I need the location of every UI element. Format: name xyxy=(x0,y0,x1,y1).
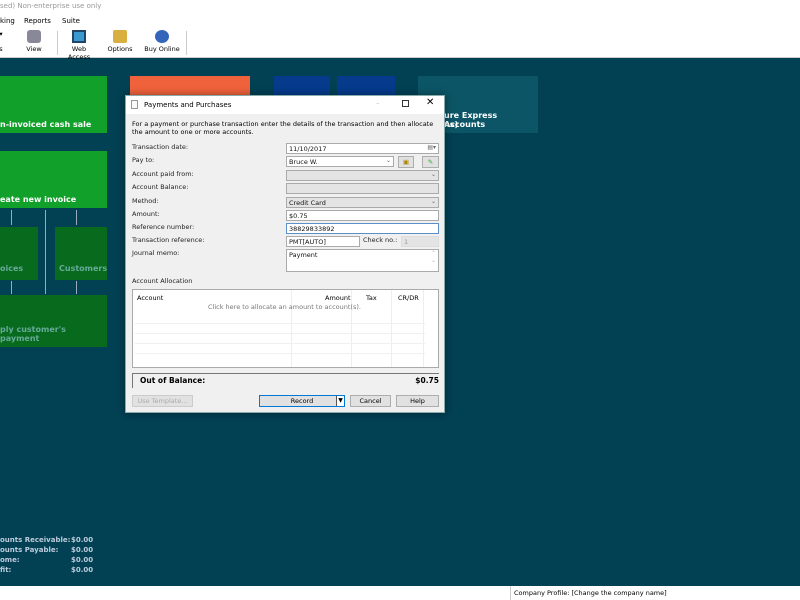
dialog-title-bar: Payments and Purchases – ✕ xyxy=(126,96,444,114)
summary-label: ounts Payable: xyxy=(0,546,59,554)
summary-label: ounts Receivable: xyxy=(0,536,71,544)
pay-to-label: Pay to: xyxy=(132,156,155,164)
summary-value: $0.00 xyxy=(71,546,94,554)
tile-apply-payment[interactable]: ply customer's payment xyxy=(0,295,107,347)
chevron-down-icon: ⌄ xyxy=(430,198,436,205)
allocation-label: Account Allocation xyxy=(132,277,193,285)
edit-contact-button[interactable]: ✎ xyxy=(422,156,439,168)
flow-arrow xyxy=(76,210,77,225)
close-button[interactable]: ✕ xyxy=(426,97,434,108)
summary-label: ome: xyxy=(0,556,20,564)
grid-line xyxy=(135,353,425,354)
payments-dialog: Payments and Purchases – ✕ For a payment… xyxy=(125,95,445,413)
tile-invoices[interactable]: oices xyxy=(0,227,38,280)
column-amount: Amount xyxy=(325,294,351,302)
pay-to-select[interactable]: Bruce W. ⌄ xyxy=(286,156,394,167)
summary-value: $0.00 xyxy=(71,556,94,564)
cancel-button[interactable]: Cancel xyxy=(350,395,391,407)
toolbar-separator xyxy=(57,31,58,55)
allocation-placeholder[interactable]: Click here to allocate an amount to acco… xyxy=(208,303,361,311)
options-icon xyxy=(113,30,127,43)
txn-ref-field[interactable]: PMT[AUTO] xyxy=(286,236,360,247)
minimize-button[interactable]: – xyxy=(376,99,380,107)
grid-line xyxy=(423,290,424,367)
toolbar-web-access[interactable]: Web Access xyxy=(61,30,97,61)
view-icon xyxy=(27,30,41,43)
toolbar-button-partial[interactable]: ▾ s xyxy=(0,30,8,53)
summary-label: fit: xyxy=(0,566,12,574)
ref-number-field[interactable]: 38829833892 xyxy=(286,223,439,234)
method-label: Method: xyxy=(132,197,159,205)
calendar-icon[interactable]: ▤▾ xyxy=(427,144,436,151)
memo-field[interactable]: Payment ⌃ ⌄ xyxy=(286,249,439,272)
balance-field xyxy=(286,183,439,194)
flow-arrow xyxy=(11,210,12,225)
grid-line xyxy=(135,333,425,334)
txn-ref-label: Transaction reference: xyxy=(132,236,205,244)
date-field[interactable]: 11/10/2017 ▤▾ xyxy=(286,143,439,154)
toolbar-separator xyxy=(186,31,187,55)
out-of-balance-value: $0.75 xyxy=(415,376,439,385)
menu-reports[interactable]: Reports xyxy=(24,17,51,25)
menu-bar: king Reports Suite xyxy=(0,14,800,28)
toolbar-view[interactable]: View xyxy=(22,30,46,53)
dropdown-icon: ▾ xyxy=(0,30,3,38)
company-profile-link[interactable]: Company Profile: [Change the company nam… xyxy=(510,586,667,600)
dialog-intro: For a payment or purchase transaction en… xyxy=(132,120,434,136)
scrollbar[interactable]: ⌃ ⌄ xyxy=(431,250,436,264)
pencil-icon: ✎ xyxy=(427,158,434,166)
document-icon xyxy=(131,100,138,109)
check-no-field[interactable]: 1 xyxy=(401,236,439,247)
flow-arrow xyxy=(45,210,46,294)
use-template-button[interactable]: Use Template... xyxy=(132,395,193,407)
flow-arrow xyxy=(11,281,12,294)
help-button[interactable]: Help xyxy=(396,395,439,407)
chevron-down-icon: ⌄ xyxy=(385,157,391,164)
grid-line xyxy=(135,323,425,324)
buy-online-icon xyxy=(155,30,169,43)
grid-line xyxy=(391,290,392,367)
tile-cash-sale[interactable]: n-invoiced cash sale xyxy=(0,76,107,133)
toolbar-buy-online[interactable]: Buy Online xyxy=(144,30,180,53)
menu-banking[interactable]: king xyxy=(0,17,15,25)
grid-line xyxy=(351,290,352,367)
tile-customers[interactable]: Customers xyxy=(55,227,107,280)
allocation-grid[interactable]: Account Amount Tax CR/DR Click here to a… xyxy=(132,289,439,368)
memo-label: Journal memo: xyxy=(132,249,180,257)
tile-new-invoice[interactable]: eate new invoice xyxy=(0,151,107,208)
paid-from-label: Account paid from: xyxy=(132,170,194,178)
dialog-title: Payments and Purchases xyxy=(144,101,232,109)
record-button[interactable]: Record ▼ xyxy=(259,395,345,407)
chevron-down-icon: ⌄ xyxy=(430,171,436,178)
method-select[interactable]: Credit Card ⌄ xyxy=(286,197,439,208)
dropdown-arrow-icon[interactable]: ▼ xyxy=(336,396,344,406)
column-tax: Tax xyxy=(366,294,377,302)
toolbar: ▾ s View Web Access Options Buy Online xyxy=(0,28,800,61)
contact-card-button[interactable]: ▣ xyxy=(398,156,414,168)
window-title-bar: sed) Non-enterprise use only xyxy=(0,0,800,14)
column-account: Account xyxy=(137,294,164,302)
date-label: Transaction date: xyxy=(132,143,189,151)
maximize-button[interactable] xyxy=(402,100,409,107)
ref-number-label: Reference number: xyxy=(132,223,195,231)
grid-line xyxy=(135,343,425,344)
contact-card-icon: ▣ xyxy=(402,158,410,166)
summary-value: $0.00 xyxy=(71,566,94,574)
summary-value: $0.00 xyxy=(71,536,94,544)
out-of-balance-label: Out of Balance: xyxy=(140,376,206,385)
amount-label: Amount: xyxy=(132,210,160,218)
paid-from-select[interactable]: ⌄ xyxy=(286,170,439,181)
flow-arrow xyxy=(76,281,77,294)
check-no-label: Check no.: xyxy=(363,236,398,244)
window-title: sed) Non-enterprise use only xyxy=(0,2,102,10)
menu-suite[interactable]: Suite xyxy=(62,17,80,25)
column-cr-dr: CR/DR xyxy=(398,294,419,302)
grid-line xyxy=(291,290,292,367)
amount-field[interactable]: $0.75 xyxy=(286,210,439,221)
web-access-icon xyxy=(72,30,86,43)
toolbar-options[interactable]: Options xyxy=(106,30,134,53)
status-bar: Company Profile: [Change the company nam… xyxy=(0,586,800,600)
out-of-balance-bar: Out of Balance: $0.75 xyxy=(132,373,439,388)
balance-label: Account Balance: xyxy=(132,183,189,191)
